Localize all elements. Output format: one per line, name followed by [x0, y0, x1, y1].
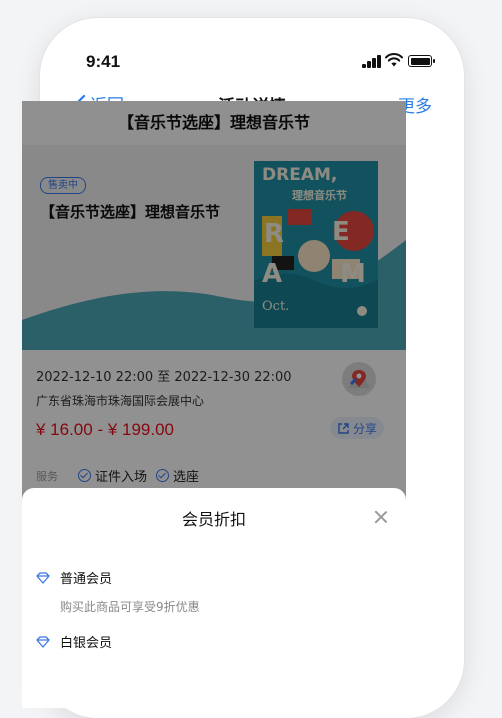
close-icon[interactable] [374, 510, 388, 524]
status-time: 9:41 [86, 52, 121, 71]
tier-description: 购买此商品可享受9折优惠 [60, 600, 200, 614]
status-bar: 9:41 [40, 18, 464, 88]
diamond-icon [36, 571, 50, 584]
wifi-icon [385, 53, 403, 67]
tier-name: 普通会员 [60, 572, 113, 587]
signal-icon [362, 54, 382, 68]
tier-item: 普通会员 [36, 568, 112, 587]
sheet-title: 会员折扣 [181, 510, 246, 529]
tier-name: 白银会员 [60, 636, 113, 651]
battery-icon [408, 55, 435, 67]
diamond-icon [36, 635, 50, 648]
member-discount-sheet: 会员折扣 普通会员 购买此商品可享受9折优惠 白银会员 [22, 488, 406, 708]
tier-item: 白银会员 [36, 632, 112, 651]
